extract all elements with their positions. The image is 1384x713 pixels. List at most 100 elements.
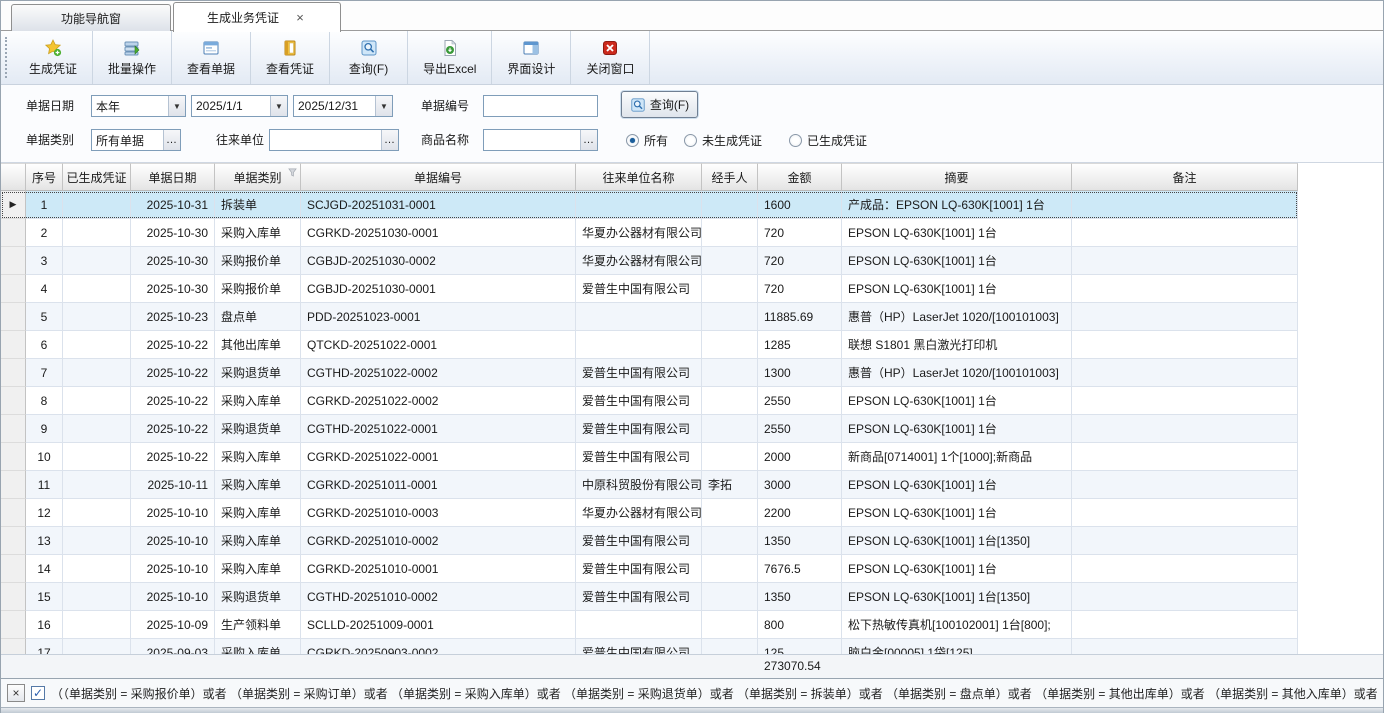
cell-summary[interactable]: EPSON LQ-630K[1001] 1台 (842, 247, 1072, 275)
cell-summary[interactable]: EPSON LQ-630K[1001] 1台 (842, 219, 1072, 247)
cell-amount[interactable]: 2000 (758, 443, 842, 471)
cell-date[interactable]: 2025-10-31 (131, 191, 215, 219)
row-selector[interactable] (1, 303, 26, 331)
cell-date[interactable]: 2025-10-22 (131, 387, 215, 415)
cell-generated[interactable] (63, 611, 131, 639)
radio-generated[interactable]: 已生成凭证 (789, 132, 867, 148)
cell-type[interactable]: 生产领料单 (215, 611, 301, 639)
cell-generated[interactable] (63, 443, 131, 471)
cell-summary[interactable]: 惠普（HP）LaserJet 1020/[100101003] (842, 303, 1072, 331)
cell-seq[interactable]: 8 (26, 387, 63, 415)
cell-amount[interactable]: 800 (758, 611, 842, 639)
cell-generated[interactable] (63, 247, 131, 275)
cell-type[interactable]: 采购入库单 (215, 387, 301, 415)
cell-type[interactable]: 采购报价单 (215, 275, 301, 303)
column-header-seq[interactable]: 序号 (26, 163, 63, 191)
tab-generate-voucher[interactable]: 生成业务凭证 × (173, 2, 341, 32)
cell-partner[interactable]: 爱普生中国有限公司 (576, 555, 702, 583)
cell-handler[interactable] (702, 499, 758, 527)
view-voucher-button[interactable]: 查看凭证 (251, 31, 330, 84)
cell-type[interactable]: 采购入库单 (215, 639, 301, 654)
row-selector[interactable] (1, 471, 26, 499)
cell-seq[interactable]: 5 (26, 303, 63, 331)
cell-date[interactable]: 2025-10-30 (131, 247, 215, 275)
cell-date[interactable]: 2025-10-10 (131, 583, 215, 611)
cell-partner[interactable]: 爱普生中国有限公司 (576, 387, 702, 415)
cell-type[interactable]: 采购入库单 (215, 471, 301, 499)
date-range-combo[interactable]: 本年 ▼ (91, 95, 186, 117)
cell-partner[interactable]: 中原科贸股份有限公司 (576, 471, 702, 499)
cell-partner[interactable]: 爱普生中国有限公司 (576, 527, 702, 555)
cell-type[interactable]: 拆装单 (215, 191, 301, 219)
cell-doc_no[interactable]: CGBJD-20251030-0002 (301, 247, 576, 275)
cell-amount[interactable]: 1285 (758, 331, 842, 359)
cell-doc_no[interactable]: CGRKD-20251022-0002 (301, 387, 576, 415)
cell-doc_no[interactable]: SCLLD-20251009-0001 (301, 611, 576, 639)
cell-generated[interactable] (63, 415, 131, 443)
chevron-down-icon[interactable]: ▼ (168, 96, 185, 116)
row-selector[interactable] (1, 639, 26, 654)
cell-partner[interactable]: 爱普生中国有限公司 (576, 275, 702, 303)
cell-handler[interactable] (702, 331, 758, 359)
column-header-generated[interactable]: 已生成凭证 (63, 163, 131, 191)
row-selector[interactable] (1, 555, 26, 583)
cell-seq[interactable]: 3 (26, 247, 63, 275)
column-header-summary[interactable]: 摘要 (842, 163, 1072, 191)
cell-remark[interactable] (1072, 583, 1298, 611)
cell-doc_no[interactable]: CGRKD-20251010-0003 (301, 499, 576, 527)
cell-handler[interactable] (702, 443, 758, 471)
cell-generated[interactable] (63, 275, 131, 303)
cell-date[interactable]: 2025-10-22 (131, 415, 215, 443)
date-to-combo[interactable]: 2025/12/31 ▼ (293, 95, 393, 117)
date-from-combo[interactable]: 2025/1/1 ▼ (191, 95, 288, 117)
row-selector[interactable] (1, 331, 26, 359)
cell-summary[interactable]: EPSON LQ-630K[1001] 1台 (842, 499, 1072, 527)
cell-seq[interactable]: 1 (26, 191, 63, 219)
cell-amount[interactable]: 3000 (758, 471, 842, 499)
cell-partner[interactable]: 爱普生中国有限公司 (576, 639, 702, 654)
cell-doc_no[interactable]: CGRKD-20251010-0001 (301, 555, 576, 583)
cell-amount[interactable]: 7676.5 (758, 555, 842, 583)
cell-seq[interactable]: 7 (26, 359, 63, 387)
cell-amount[interactable]: 1350 (758, 583, 842, 611)
cell-type[interactable]: 采购退货单 (215, 415, 301, 443)
partner-picker[interactable]: … (269, 129, 399, 151)
doc-no-input[interactable] (484, 96, 597, 116)
cell-partner[interactable]: 爱普生中国有限公司 (576, 415, 702, 443)
row-selector[interactable] (1, 499, 26, 527)
cell-amount[interactable]: 1600 (758, 191, 842, 219)
cell-seq[interactable]: 11 (26, 471, 63, 499)
cell-remark[interactable] (1072, 303, 1298, 331)
cell-summary[interactable]: 产成品：EPSON LQ-630K[1001] 1台 (842, 191, 1072, 219)
ellipsis-icon[interactable]: … (163, 130, 180, 150)
cell-type[interactable]: 采购退货单 (215, 583, 301, 611)
cell-doc_no[interactable]: SCJGD-20251031-0001 (301, 191, 576, 219)
cell-doc_no[interactable]: CGRKD-20251010-0002 (301, 527, 576, 555)
cell-remark[interactable] (1072, 499, 1298, 527)
cell-seq[interactable]: 17 (26, 639, 63, 654)
cell-date[interactable]: 2025-10-22 (131, 359, 215, 387)
cell-remark[interactable] (1072, 527, 1298, 555)
cell-partner[interactable] (576, 191, 702, 219)
cell-summary[interactable]: 新商品[0714001] 1个[1000];新商品 (842, 443, 1072, 471)
cell-summary[interactable]: EPSON LQ-630K[1001] 1台 (842, 415, 1072, 443)
cell-remark[interactable] (1072, 387, 1298, 415)
cell-date[interactable]: 2025-10-09 (131, 611, 215, 639)
cell-remark[interactable] (1072, 611, 1298, 639)
cell-generated[interactable] (63, 303, 131, 331)
cell-doc_no[interactable]: CGBJD-20251030-0001 (301, 275, 576, 303)
cell-amount[interactable]: 2550 (758, 387, 842, 415)
column-header-handler[interactable]: 经手人 (702, 163, 758, 191)
cell-generated[interactable] (63, 191, 131, 219)
cell-remark[interactable] (1072, 275, 1298, 303)
cell-handler[interactable] (702, 247, 758, 275)
cell-date[interactable]: 2025-10-22 (131, 331, 215, 359)
cell-summary[interactable]: 脑白金[00005] 1袋[125] (842, 639, 1072, 654)
column-header-amount[interactable]: 金额 (758, 163, 842, 191)
cell-doc_no[interactable]: CGTHD-20251022-0001 (301, 415, 576, 443)
cell-handler[interactable] (702, 415, 758, 443)
cell-partner[interactable] (576, 303, 702, 331)
cell-seq[interactable]: 14 (26, 555, 63, 583)
cell-doc_no[interactable]: CGRKD-20251022-0001 (301, 443, 576, 471)
filter-funnel-icon[interactable] (288, 168, 297, 177)
